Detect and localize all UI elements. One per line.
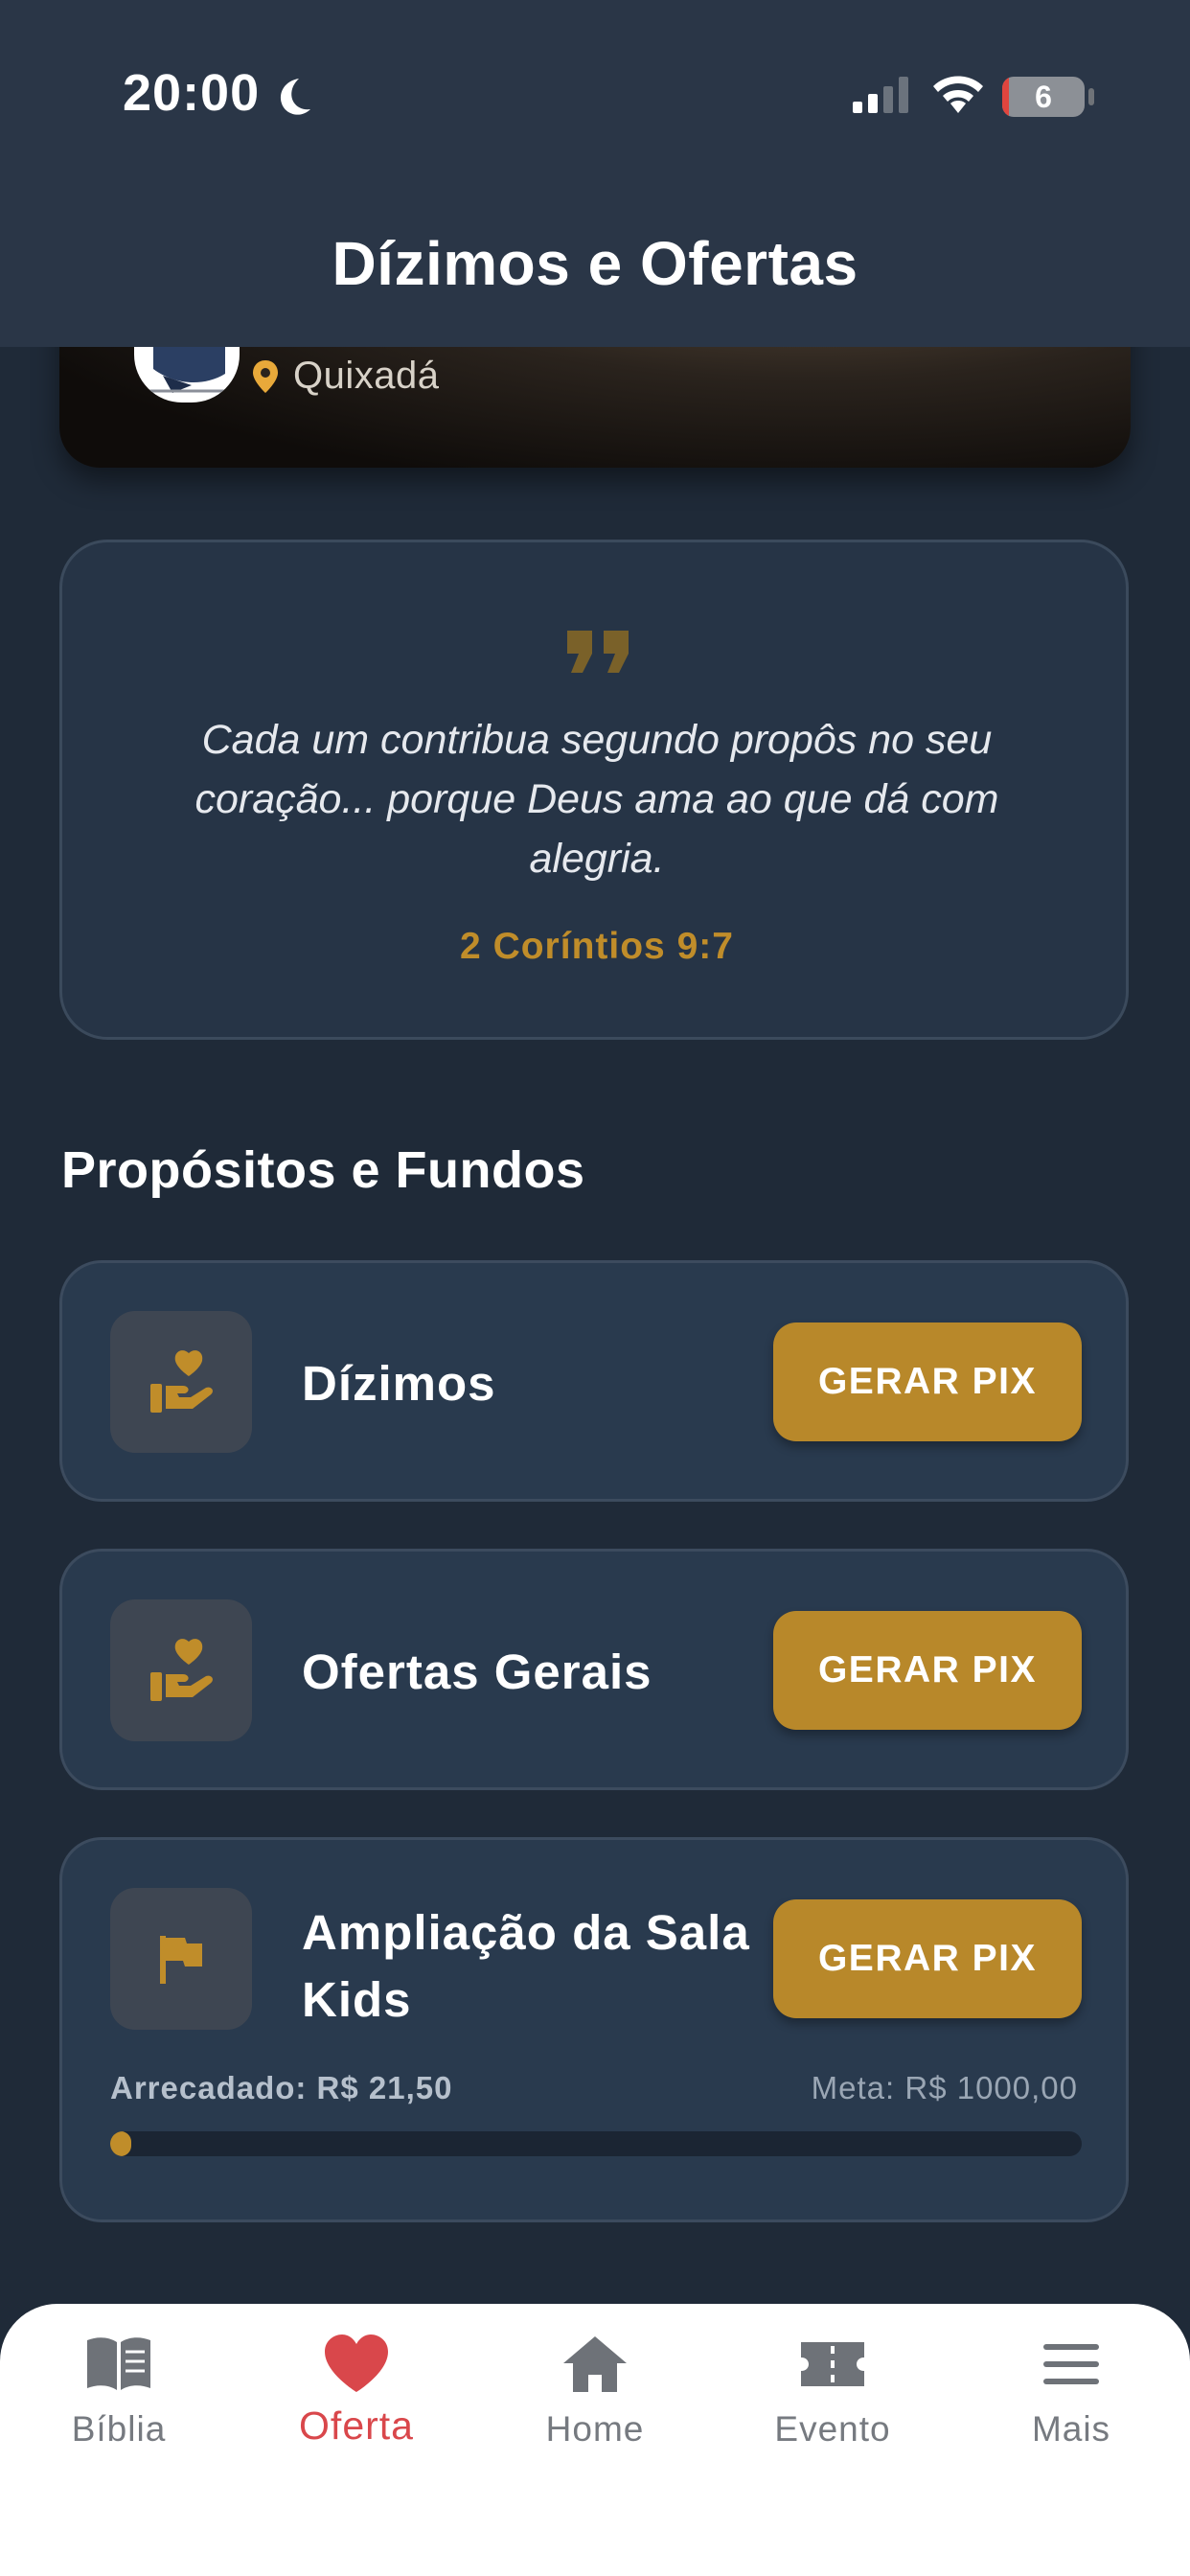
battery-percentage: 6 <box>1035 80 1052 114</box>
heart-hand-icon <box>150 1350 213 1413</box>
bottom-tab-bar: Bíblia Oferta Home Evento Mais <box>0 2304 1190 2576</box>
flag-icon <box>160 1936 202 1984</box>
menu-icon <box>1043 2344 1099 2384</box>
fund-progress-bar <box>110 2131 1082 2156</box>
app-header: 20:00 6 Dízimos e Ofertas <box>0 0 1190 347</box>
generate-pix-button[interactable]: GERAR PIX <box>773 1899 1082 2018</box>
page-title: Dízimos e Ofertas <box>332 229 858 298</box>
battery-indicator: 6 <box>1002 77 1085 117</box>
generate-pix-button[interactable]: GERAR PIX <box>773 1611 1082 1730</box>
quote-icon <box>567 631 629 673</box>
section-title: Propósitos e Fundos <box>61 1141 585 1199</box>
tab-mais[interactable]: Mais <box>952 2333 1190 2486</box>
ticket-icon <box>801 2342 864 2386</box>
wifi-icon <box>933 76 983 113</box>
tab-label: Evento <box>774 2409 891 2449</box>
church-location: Quixadá <box>251 355 439 398</box>
bible-icon <box>87 2337 150 2390</box>
fund-icon-container <box>110 1888 252 2030</box>
heart-icon <box>325 2334 388 2392</box>
tab-label: Mais <box>1031 2409 1111 2449</box>
verse-reference: 2 Coríntios 9:7 <box>460 926 734 967</box>
fund-progress-fill <box>110 2131 131 2156</box>
raised-amount: Arrecadado: R$ 21,50 <box>110 2070 453 2105</box>
tab-home[interactable]: Home <box>476 2333 714 2486</box>
generate-pix-button[interactable]: GERAR PIX <box>773 1322 1082 1441</box>
tab-label: Home <box>545 2409 645 2449</box>
status-time: 20:00 <box>123 64 261 122</box>
tab-label: Bíblia <box>71 2409 167 2449</box>
fund-name: Ofertas Gerais <box>302 1644 652 1699</box>
battery-cap <box>1088 88 1094 105</box>
location-pin-icon <box>253 359 278 393</box>
fund-card-dizimos: Dízimos GERAR PIX <box>59 1260 1129 1502</box>
heart-hand-icon <box>150 1639 213 1701</box>
tab-oferta[interactable]: Oferta <box>238 2333 475 2486</box>
bible-verse-card: Cada um contribua segundo propôs no seu … <box>59 540 1129 1040</box>
tab-label: Oferta <box>299 2404 414 2448</box>
fund-icon-container <box>110 1599 252 1741</box>
verse-text: Cada um contribua segundo propôs no seu … <box>195 717 999 882</box>
fund-card-ofertas-gerais: Ofertas Gerais GERAR PIX <box>59 1549 1129 1790</box>
cellular-signal-icon <box>853 77 908 113</box>
tab-biblia[interactable]: Bíblia <box>0 2333 238 2486</box>
fund-icon-container <box>110 1311 252 1453</box>
location-label: Quixadá <box>293 355 440 397</box>
home-icon <box>563 2336 627 2392</box>
fund-card-ampliacao-sala-kids: Ampliação da Sala Kids GERAR PIX Arrecad… <box>59 1837 1129 2222</box>
fund-name: Dízimos <box>302 1356 496 1411</box>
moon-icon <box>280 79 310 115</box>
tab-evento[interactable]: Evento <box>714 2333 951 2486</box>
fund-name: Ampliação da Sala Kids <box>302 1905 750 2027</box>
goal-amount: Meta: R$ 1000,00 <box>811 2070 1078 2105</box>
